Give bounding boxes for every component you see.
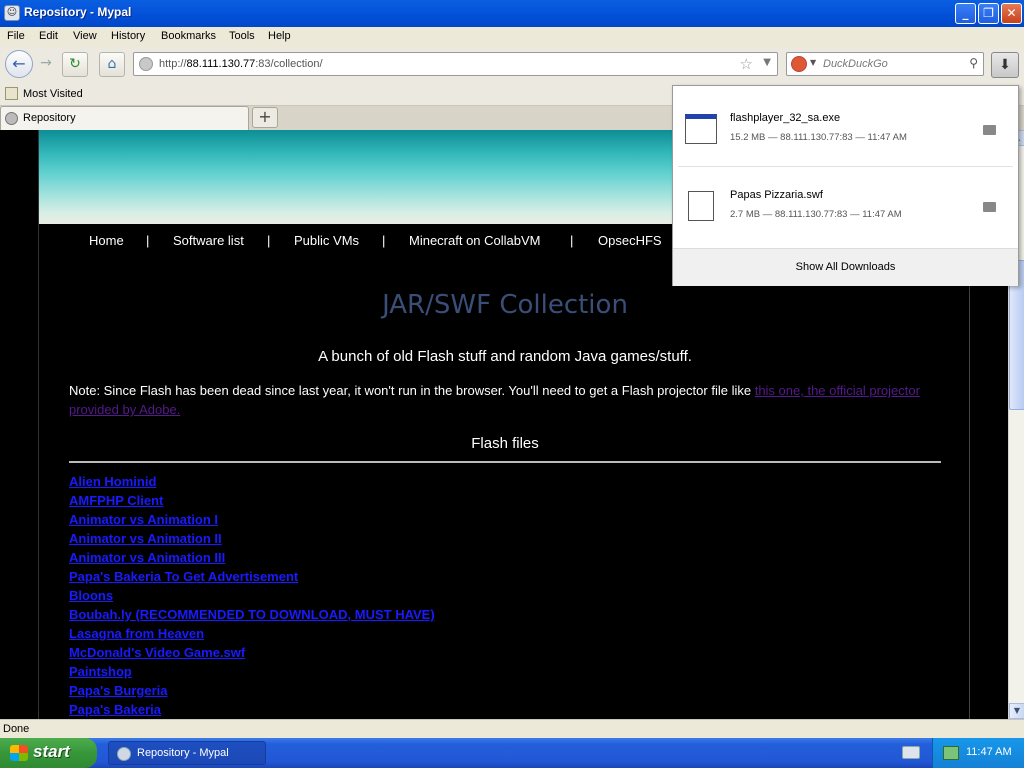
flash-file-link[interactable]: Alien Hominid <box>69 472 941 491</box>
windows-logo-icon <box>10 745 28 761</box>
tab-repository[interactable]: Repository <box>0 106 249 130</box>
title-bar: ☺ Repository - Mypal _ ❐ ✕ <box>0 0 1024 27</box>
network-icon[interactable] <box>943 746 959 760</box>
download-meta: 2.7 MB — 88.111.130.77:83 — 11:47 AM <box>730 209 902 220</box>
flash-file-link[interactable]: Animator vs Animation II <box>69 529 941 548</box>
new-tab-button[interactable]: + <box>252 107 278 128</box>
clock[interactable]: 11:47 AM <box>966 746 1012 758</box>
status-text: Done <box>3 723 30 735</box>
url-bar[interactable]: http://88.111.130.77:83/collection/ ☆ ▼ <box>133 52 778 76</box>
open-folder-icon[interactable] <box>983 202 996 212</box>
menu-help[interactable]: Help <box>268 30 291 42</box>
search-icon[interactable]: ⚲ <box>969 56 978 70</box>
taskbar-item-label: Repository - Mypal <box>137 747 229 759</box>
menu-edit[interactable]: Edit <box>39 30 58 42</box>
flash-file-link[interactable]: Bloons <box>69 586 941 605</box>
start-label: start <box>33 742 70 761</box>
swf-file-icon <box>688 191 714 221</box>
scroll-down-arrow-icon[interactable]: ▼ <box>1009 703 1024 719</box>
flash-files-heading: Flash files <box>471 435 539 452</box>
search-engine-dropdown-icon[interactable]: ▼ <box>810 58 816 67</box>
status-bar: Done <box>0 719 1024 738</box>
nav-separator: | <box>146 233 150 248</box>
nav-separator: | <box>382 233 386 248</box>
minimize-button[interactable]: _ <box>955 3 976 24</box>
url-dropdown-icon[interactable]: ▼ <box>763 57 771 68</box>
keyboard-icon[interactable] <box>902 746 920 759</box>
note-text: Note: Since Flash has been dead since la… <box>69 383 755 398</box>
taskbar: start Repository - Mypal 11:47 AM <box>0 738 1024 768</box>
nav-separator: | <box>267 233 271 248</box>
flash-file-link[interactable]: Animator vs Animation I <box>69 510 941 529</box>
tab-label: Repository <box>23 112 76 124</box>
bookmark-star-icon[interactable]: ☆ <box>740 55 753 73</box>
menu-file[interactable]: File <box>7 30 25 42</box>
page-title: JAR/SWF Collection <box>382 290 628 320</box>
nav-opsechfs-link[interactable]: OpsecHFS <box>598 233 662 248</box>
downloads-panel: flashplayer_32_sa.exe 15.2 MB — 88.111.1… <box>672 85 1019 286</box>
flash-file-link[interactable]: McDonald's Video Game.swf <box>69 643 941 662</box>
download-filename: Papas Pizzaria.swf <box>730 189 823 201</box>
flash-file-link[interactable]: Papa's Burgeria <box>69 681 941 700</box>
most-visited-bookmark[interactable]: Most Visited <box>23 88 83 100</box>
tab-favicon-icon <box>5 112 18 125</box>
navigation-toolbar: ← → ↻ ⌂ http://88.111.130.77:83/collecti… <box>0 47 1024 83</box>
show-all-downloads-button[interactable]: Show All Downloads <box>673 248 1018 286</box>
app-icon: ☺ <box>4 5 20 21</box>
download-item[interactable]: Papas Pizzaria.swf 2.7 MB — 88.111.130.7… <box>673 167 1018 247</box>
reload-button[interactable]: ↻ <box>62 52 88 77</box>
globe-icon <box>139 57 153 71</box>
download-filename: flashplayer_32_sa.exe <box>730 112 841 124</box>
flash-file-link[interactable]: AMFPHP Client <box>69 491 941 510</box>
search-bar[interactable]: ▼ DuckDuckGo ⚲ <box>786 52 984 76</box>
menu-view[interactable]: View <box>73 30 97 42</box>
forward-button[interactable]: → <box>33 52 59 77</box>
divider <box>69 461 941 463</box>
open-folder-icon[interactable] <box>983 125 996 135</box>
flash-file-link[interactable]: Animator vs Animation III <box>69 548 941 567</box>
download-item[interactable]: flashplayer_32_sa.exe 15.2 MB — 88.111.1… <box>673 86 1018 166</box>
menu-bar: File Edit View History Bookmarks Tools H… <box>0 27 1024 47</box>
nav-minecraft-link[interactable]: Minecraft on CollabVM <box>409 233 541 248</box>
flash-note: Note: Since Flash has been dead since la… <box>69 381 941 419</box>
page-subtitle: A bunch of old Flash stuff and random Ja… <box>318 348 692 365</box>
menu-tools[interactable]: Tools <box>229 30 255 42</box>
nav-home-link[interactable]: Home <box>89 233 124 248</box>
most-visited-icon <box>5 87 18 100</box>
menu-bookmarks[interactable]: Bookmarks <box>161 30 216 42</box>
home-button[interactable]: ⌂ <box>99 52 125 77</box>
duckduckgo-icon[interactable] <box>791 56 807 72</box>
downloads-button[interactable]: ⬇ <box>991 52 1019 78</box>
nav-software-list-link[interactable]: Software list <box>173 233 244 248</box>
exe-file-icon <box>685 114 717 144</box>
mypal-icon <box>117 747 131 761</box>
flash-file-link[interactable]: Papa's Bakeria <box>69 700 941 719</box>
menu-history[interactable]: History <box>111 30 145 42</box>
close-button[interactable]: ✕ <box>1001 3 1022 24</box>
flash-file-link[interactable]: Papa's Bakeria To Get Advertisement <box>69 567 941 586</box>
download-meta: 15.2 MB — 88.111.130.77:83 — 11:47 AM <box>730 132 907 143</box>
taskbar-item-mypal[interactable]: Repository - Mypal <box>108 741 266 765</box>
flash-file-list: Alien Hominid AMFPHP Client Animator vs … <box>69 472 941 719</box>
flash-file-link[interactable]: Boubah.ly (RECOMMENDED TO DOWNLOAD, MUST… <box>69 605 941 624</box>
flash-file-link[interactable]: Paintshop <box>69 662 941 681</box>
nav-public-vms-link[interactable]: Public VMs <box>294 233 359 248</box>
url-text: http://88.111.130.77:83/collection/ <box>159 58 323 70</box>
back-button[interactable]: ← <box>5 50 33 78</box>
system-tray: 11:47 AM <box>932 738 1024 768</box>
maximize-button[interactable]: ❐ <box>978 3 999 24</box>
nav-separator: | <box>570 233 574 248</box>
search-placeholder: DuckDuckGo <box>823 58 888 70</box>
start-button[interactable]: start <box>0 738 97 768</box>
window-title: Repository - Mypal <box>24 5 132 19</box>
flash-file-link[interactable]: Lasagna from Heaven <box>69 624 941 643</box>
